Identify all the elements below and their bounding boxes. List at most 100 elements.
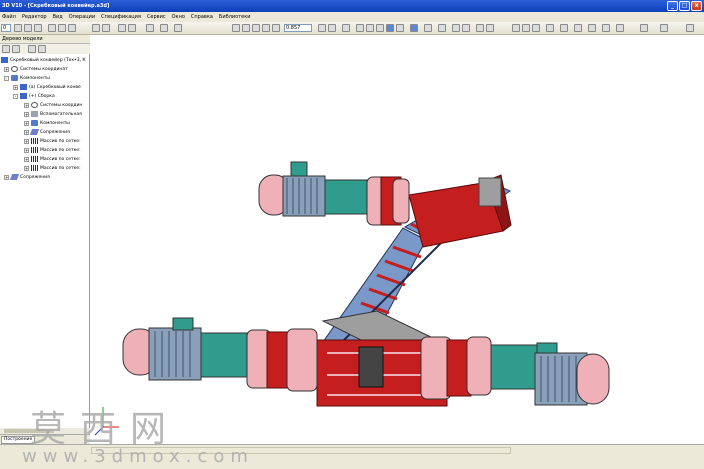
tree-node-auxiliary[interactable]: + Вспомогательная <box>24 110 82 118</box>
expand-toggle[interactable]: + <box>24 111 29 117</box>
snap-icon[interactable] <box>462 24 470 32</box>
tree-filter-icon[interactable] <box>38 45 46 53</box>
tree-node-label: Массив по сетке: <box>40 138 81 144</box>
halftone-icon[interactable] <box>376 24 384 32</box>
tree-node-grid-array-1[interactable]: + Массив по сетке: <box>24 137 81 145</box>
tree-dropdown-icon[interactable] <box>12 45 20 53</box>
minimize-button[interactable]: _ <box>667 1 678 11</box>
redo-icon[interactable] <box>102 24 110 32</box>
tree-node-subassembly[interactable]: + (a) Скребковый конве <box>13 83 81 91</box>
tree-node-assembly[interactable]: - (+) Сборка <box>13 92 55 100</box>
menu-operations[interactable]: Операции <box>69 14 95 20</box>
zoom-in-icon[interactable] <box>242 24 250 32</box>
expand-toggle[interactable]: + <box>24 156 29 162</box>
menu-file[interactable]: Файл <box>2 14 16 20</box>
expand-toggle[interactable]: + <box>4 174 9 180</box>
tree-node-sub-coord[interactable]: + Системы координ <box>24 101 82 109</box>
variables-icon[interactable] <box>574 24 582 32</box>
menu-view[interactable]: Вид <box>53 14 63 20</box>
report-icon[interactable] <box>640 24 648 32</box>
pan-icon[interactable] <box>318 24 326 32</box>
tree-icon[interactable] <box>128 24 136 32</box>
tree-view-icon[interactable] <box>28 45 36 53</box>
copy-icon[interactable] <box>58 24 66 32</box>
layer-field[interactable]: 0 <box>1 24 11 32</box>
new-icon[interactable] <box>14 24 22 32</box>
doc-open-icon[interactable] <box>522 24 530 32</box>
zoom-input[interactable]: 0.857 <box>284 24 312 32</box>
light-icon[interactable] <box>588 24 596 32</box>
tree-node-grid-array-3[interactable]: + Массив по сетке: <box>24 155 81 163</box>
expand-toggle[interactable]: - <box>13 93 18 99</box>
color-icon[interactable] <box>602 24 610 32</box>
expand-toggle[interactable]: + <box>24 147 29 153</box>
menu-help[interactable]: Справка <box>191 14 213 20</box>
watermark-url: www.3dmox.com <box>22 446 254 467</box>
undo-icon[interactable] <box>92 24 100 32</box>
tree-order-icon[interactable] <box>2 45 10 53</box>
upper-coupling <box>324 179 368 215</box>
tree-node-label: Компоненты <box>20 75 50 81</box>
zoom-prev-icon[interactable] <box>262 24 270 32</box>
library-icon[interactable] <box>560 24 568 32</box>
tree-node-grid-array-2[interactable]: + Массив по сетке: <box>24 146 81 154</box>
manager-icon[interactable] <box>476 24 484 32</box>
expand-toggle[interactable]: + <box>24 129 29 135</box>
tree-node-sub-components[interactable]: + Компоненты <box>24 119 70 127</box>
menu-libraries[interactable]: Библиотеки <box>219 14 251 20</box>
doc-save-icon[interactable] <box>532 24 540 32</box>
options-icon[interactable] <box>660 24 668 32</box>
tree-node-label: (a) Скребковый конве <box>29 84 81 90</box>
properties-icon[interactable] <box>118 24 126 32</box>
doc-new-icon[interactable] <box>512 24 520 32</box>
menu-edit[interactable]: Редактор <box>22 14 47 20</box>
menu-window[interactable]: Окно <box>172 14 185 20</box>
zoom-window-icon[interactable] <box>232 24 240 32</box>
menu-specification[interactable]: Спецификация <box>101 14 141 20</box>
expand-toggle[interactable]: + <box>4 66 9 72</box>
close-button[interactable]: x <box>691 1 702 11</box>
tree-node-label: Массив по сетке: <box>40 147 81 153</box>
menu-service[interactable]: Сервис <box>147 14 166 20</box>
tree-node-mates[interactable]: + Сопряжения <box>4 173 50 181</box>
shaded-icon[interactable] <box>386 24 394 32</box>
shaded-edges-icon[interactable] <box>396 24 404 32</box>
hidden-lines-icon[interactable] <box>366 24 374 32</box>
tree-node-components[interactable]: - Компоненты <box>4 74 50 82</box>
tree-node-coord-systems[interactable]: + Системы координат <box>4 65 68 73</box>
tree-node-grid-array-4[interactable]: + Массив по сетке: <box>24 164 81 172</box>
expand-toggle[interactable]: - <box>4 75 9 81</box>
lock-icon[interactable] <box>160 24 168 32</box>
spec-icon[interactable] <box>616 24 624 32</box>
filter-icon[interactable] <box>452 24 460 32</box>
3d-viewport[interactable] <box>91 35 704 444</box>
grid-array-icon <box>31 147 38 153</box>
maximize-button[interactable]: □ <box>679 1 690 11</box>
measure-icon[interactable] <box>438 24 446 32</box>
expand-toggle[interactable]: + <box>24 138 29 144</box>
orient-icon[interactable] <box>342 24 350 32</box>
lower-sprocket <box>358 346 384 388</box>
expand-toggle[interactable]: + <box>24 120 29 126</box>
tree-node-label: Системы координ <box>40 102 83 108</box>
expand-toggle[interactable]: + <box>24 102 29 108</box>
section-icon[interactable] <box>424 24 432 32</box>
help-icon[interactable] <box>174 24 182 32</box>
zoom-fit-icon[interactable] <box>272 24 280 32</box>
tree-node-sub-mates[interactable]: + Сопряжения <box>24 128 70 136</box>
save-icon[interactable] <box>34 24 42 32</box>
perspective-icon[interactable] <box>410 24 418 32</box>
print-icon[interactable] <box>546 24 554 32</box>
rotate-icon[interactable] <box>328 24 336 32</box>
pointer-icon[interactable] <box>146 24 154 32</box>
window-icon[interactable] <box>686 24 694 32</box>
attributes-icon[interactable] <box>486 24 494 32</box>
zoom-out-icon[interactable] <box>252 24 260 32</box>
wireframe-icon[interactable] <box>356 24 364 32</box>
paste-icon[interactable] <box>68 24 76 32</box>
cut-icon[interactable] <box>48 24 56 32</box>
expand-toggle[interactable]: + <box>13 84 18 90</box>
expand-toggle[interactable]: + <box>24 165 29 171</box>
open-icon[interactable] <box>24 24 32 32</box>
tree-node-root[interactable]: Скребковый конвейер (Тех•3, К <box>1 56 86 64</box>
